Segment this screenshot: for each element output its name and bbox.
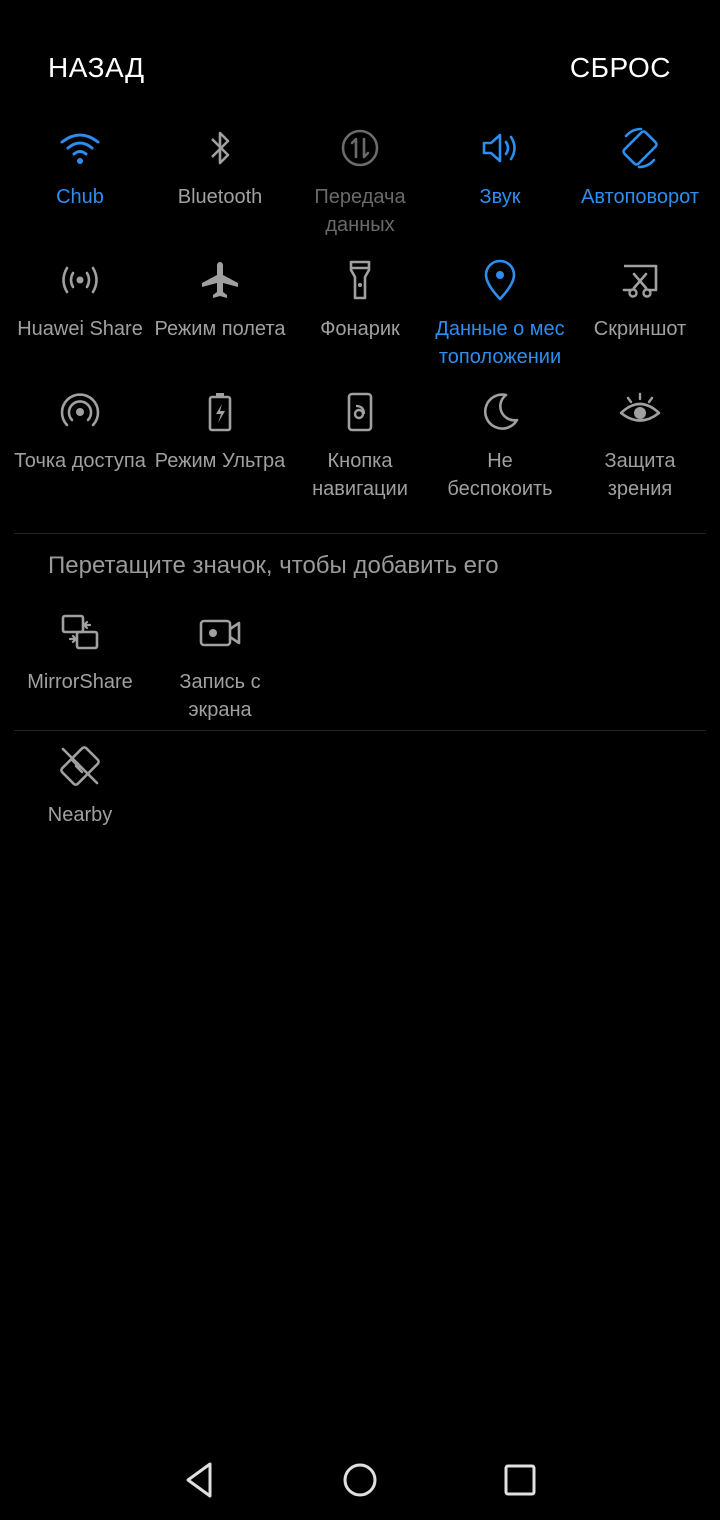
reset-button[interactable]: СБРОС [570, 52, 671, 84]
tile-do-not-disturb[interactable]: Не беспокоить [430, 388, 570, 503]
tile-label: Кнопка навигации [312, 450, 408, 500]
location-icon [476, 256, 524, 304]
tile-ultra-battery[interactable]: Режим Ультра [150, 388, 290, 475]
back-button[interactable]: НАЗАД [48, 52, 145, 84]
divider [14, 533, 706, 534]
tile-wifi[interactable]: Chub [10, 124, 150, 211]
mirrorshare-icon [56, 609, 104, 657]
tile-bluetooth[interactable]: Bluetooth [150, 124, 290, 211]
tile-label: Запись с экрана [179, 671, 261, 721]
tile-sound[interactable]: Звук [430, 124, 570, 211]
back-triangle-icon[interactable] [178, 1458, 222, 1502]
drag-hint: Перетащите значок, чтобы добавить его [48, 552, 499, 579]
tile-mobile-data[interactable]: Передача данных [290, 124, 430, 239]
navigation-button-icon [336, 388, 384, 436]
tile-label: Huawei Share [17, 318, 143, 340]
screenshot-icon [616, 256, 664, 304]
tile-airplane[interactable]: Режим полета [150, 256, 290, 343]
do-not-disturb-icon [476, 388, 524, 436]
auto-rotate-icon [616, 124, 664, 172]
screen-record-icon [196, 609, 244, 657]
tile-label: Chub [56, 186, 104, 208]
tile-label: Bluetooth [177, 186, 263, 208]
ultra-battery-icon [196, 388, 244, 436]
tile-label: Скриншот [593, 318, 687, 340]
tile-flashlight[interactable]: Фонарик [290, 256, 430, 343]
home-circle-icon[interactable] [338, 1458, 382, 1502]
sound-icon [476, 124, 524, 172]
tile-label: Защита зрения [604, 450, 676, 500]
tile-huawei-share[interactable]: Huawei Share [10, 256, 150, 343]
tile-label: Передача данных [314, 186, 406, 236]
tile-screen-record[interactable]: Запись с экрана [150, 609, 290, 724]
tile-label: Данные о мес тоположении [435, 318, 565, 368]
tile-label: Автоповорот [580, 186, 700, 208]
tile-mirrorshare[interactable]: MirrorShare [10, 609, 150, 696]
recents-square-icon[interactable] [498, 1458, 542, 1502]
navigation-bar [0, 1440, 720, 1520]
tile-label: Точка доступа [14, 450, 146, 472]
huawei-share-icon [56, 256, 104, 304]
tile-label: Nearby [47, 804, 113, 826]
tile-nearby[interactable]: Nearby [10, 742, 150, 829]
nearby-icon [56, 742, 104, 790]
tile-eye-comfort[interactable]: Защита зрения [570, 388, 710, 503]
bluetooth-icon [196, 124, 244, 172]
tile-hotspot[interactable]: Точка доступа [10, 388, 150, 475]
tile-screenshot[interactable]: Скриншот [570, 256, 710, 343]
tile-label: Фонарик [320, 318, 400, 340]
tile-auto-rotate[interactable]: Автоповорот [570, 124, 710, 211]
flashlight-icon [336, 256, 384, 304]
tile-label: Не беспокоить [447, 450, 553, 500]
airplane-icon [196, 256, 244, 304]
hotspot-icon [56, 388, 104, 436]
divider [14, 730, 706, 731]
wifi-icon [56, 124, 104, 172]
eye-comfort-icon [616, 388, 664, 436]
tile-label: Режим полета [154, 318, 286, 340]
tile-navigation-button[interactable]: Кнопка навигации [290, 388, 430, 503]
tile-label: Звук [479, 186, 521, 208]
mobile-data-icon [336, 124, 384, 172]
tile-label: Режим Ультра [154, 450, 286, 472]
tile-location[interactable]: Данные о мес тоположении [430, 256, 570, 371]
header: НАЗАД СБРОС [0, 0, 720, 110]
tile-label: MirrorShare [27, 671, 133, 693]
